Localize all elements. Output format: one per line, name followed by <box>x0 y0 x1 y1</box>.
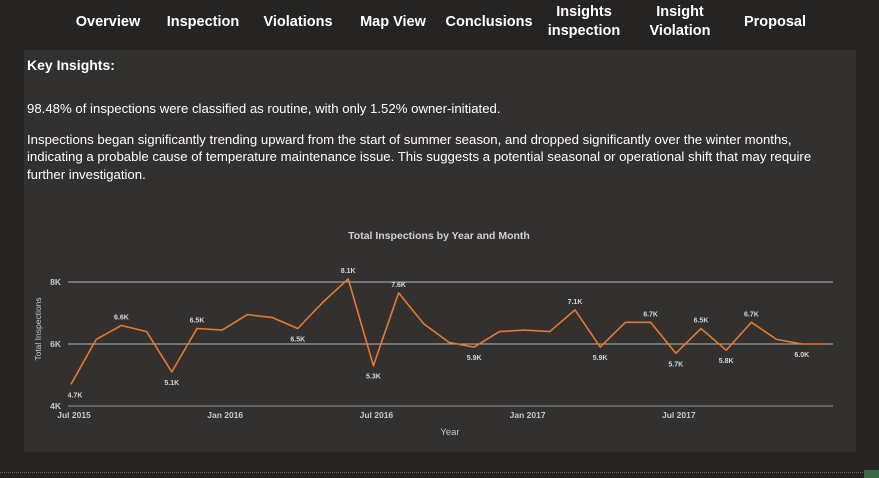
data-label: 8.1K <box>341 268 356 275</box>
data-point[interactable] <box>396 290 402 296</box>
chart-title: Total Inspections by Year and Month <box>348 230 530 242</box>
data-point[interactable] <box>93 336 99 342</box>
data-point[interactable] <box>597 344 603 350</box>
data-point[interactable] <box>496 329 502 335</box>
data-point[interactable] <box>774 336 780 342</box>
inspections-line-chart: Total Inspections by Year and Month Tota… <box>33 230 833 438</box>
data-point[interactable] <box>522 327 528 333</box>
data-point[interactable] <box>194 326 200 332</box>
data-label: 5.9K <box>467 355 482 362</box>
data-label: 6.5K <box>190 318 205 325</box>
data-label: 7.1K <box>568 299 583 306</box>
data-point[interactable] <box>68 381 74 387</box>
data-label: 5.7K <box>668 361 683 368</box>
data-point[interactable] <box>572 307 578 313</box>
data-label: 4.7K <box>68 392 83 399</box>
data-label: 6.5K <box>694 318 709 325</box>
data-point[interactable] <box>219 327 225 333</box>
data-label: 5.9K <box>593 355 608 362</box>
x-tick-label: Jul 2017 <box>662 410 696 420</box>
x-axis-label: Year <box>440 427 459 438</box>
data-point[interactable] <box>144 329 150 335</box>
data-point[interactable] <box>698 326 704 332</box>
data-label: 5.8K <box>719 358 734 365</box>
x-tick-label: Jul 2015 <box>57 410 91 420</box>
x-tick-label: Jan 2017 <box>510 410 546 420</box>
data-point[interactable] <box>648 319 654 325</box>
data-label: 6.0K <box>794 352 809 359</box>
x-tick-label: Jan 2016 <box>207 410 243 420</box>
data-point[interactable] <box>723 347 729 353</box>
data-point[interactable] <box>118 322 124 328</box>
x-tick-label: Jul 2016 <box>360 410 394 420</box>
data-point[interactable] <box>345 276 351 282</box>
data-point[interactable] <box>320 299 326 305</box>
data-point[interactable] <box>270 315 276 321</box>
data-label: 5.3K <box>366 374 381 381</box>
data-point[interactable] <box>446 339 452 345</box>
data-point[interactable] <box>295 326 301 332</box>
page-indicator <box>864 470 879 478</box>
data-point[interactable] <box>471 344 477 350</box>
data-label: 6.7K <box>643 311 658 318</box>
y-tick-label: 6K <box>50 339 62 349</box>
page-divider <box>0 472 879 475</box>
data-point[interactable] <box>370 363 376 369</box>
data-label: 6.6K <box>114 314 129 321</box>
data-point[interactable] <box>622 319 628 325</box>
data-point[interactable] <box>421 321 427 327</box>
data-point[interactable] <box>799 341 805 347</box>
data-point[interactable] <box>673 350 679 356</box>
data-point[interactable] <box>244 312 250 318</box>
data-label: 6.5K <box>290 337 305 344</box>
data-point[interactable] <box>547 329 553 335</box>
y-axis-label: Total Inspections <box>33 297 43 360</box>
data-point[interactable] <box>169 369 175 375</box>
data-label: 5.1K <box>164 380 179 387</box>
data-label: 6.7K <box>744 311 759 318</box>
y-tick-label: 8K <box>50 277 62 287</box>
data-point[interactable] <box>748 319 754 325</box>
inspections-series-line <box>70 278 827 385</box>
data-point[interactable] <box>824 341 830 347</box>
data-label: 7.6K <box>391 282 406 289</box>
